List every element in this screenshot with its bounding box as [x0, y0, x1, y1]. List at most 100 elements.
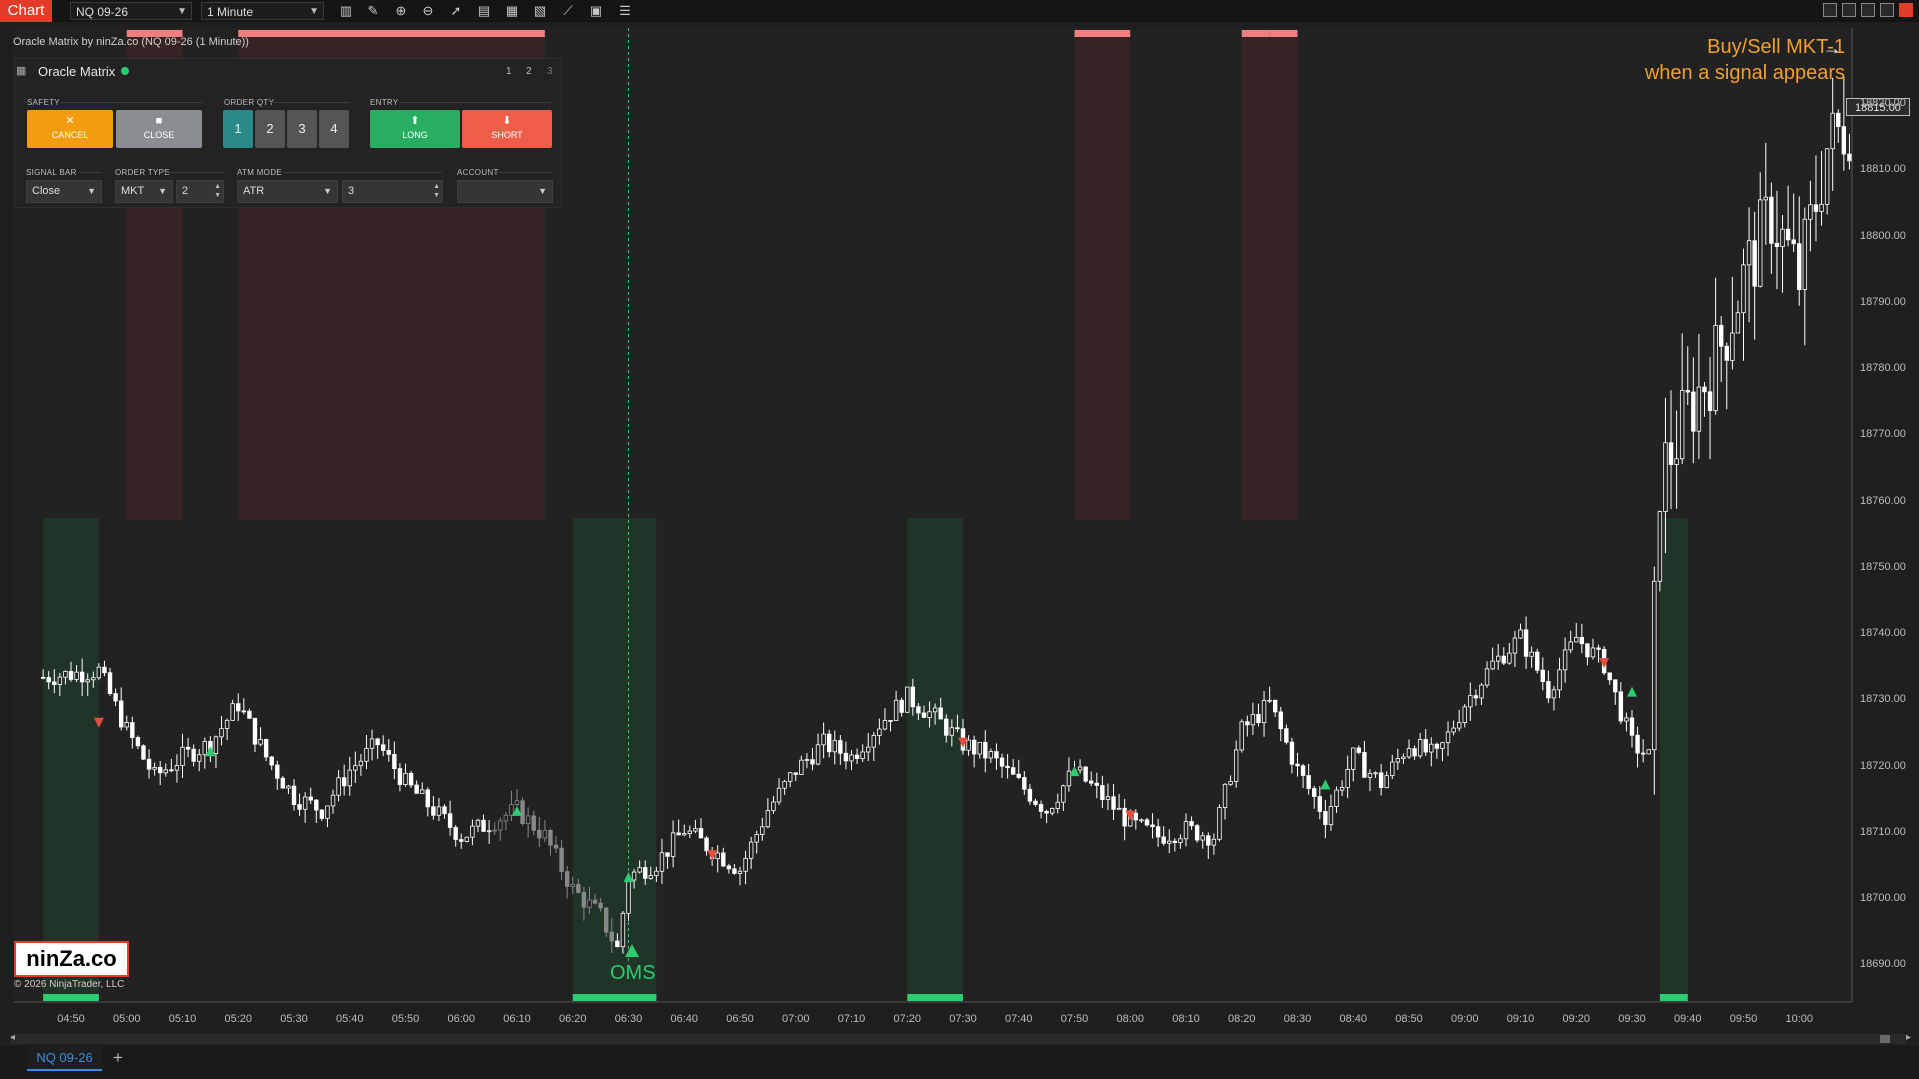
candle-body	[1785, 228, 1791, 241]
scroll-right-icon[interactable]: ▸	[1906, 1032, 1911, 1043]
x-tick-label: 08:20	[1227, 1013, 1256, 1025]
candle-body	[1451, 727, 1456, 733]
candle-body	[1540, 669, 1545, 682]
candle-body	[1312, 788, 1317, 797]
candle-body	[631, 871, 637, 881]
candle-body	[96, 666, 102, 679]
page-1-button[interactable]: 1	[506, 66, 512, 77]
candle-body	[1016, 773, 1021, 778]
candle-body	[85, 679, 90, 683]
instrument-tab[interactable]: NQ 09-26	[27, 1047, 102, 1071]
scroll-left-icon[interactable]: ◂	[10, 1032, 15, 1043]
x-tick-label: 07:10	[837, 1013, 866, 1025]
add-tab-button[interactable]: +	[108, 1047, 128, 1069]
spin-up-icon[interactable]: ▲	[214, 183, 221, 191]
signal-bar-select[interactable]: Close ▼	[26, 180, 102, 203]
y-tick-label: 18690.00	[1860, 958, 1906, 971]
candle-body	[932, 707, 938, 713]
candle-body	[721, 852, 726, 867]
candle-body	[698, 828, 704, 839]
close-positions-button[interactable]: ■ CLOSE	[116, 110, 202, 148]
candle-body	[1183, 821, 1189, 840]
spin-down-icon[interactable]: ▼	[433, 192, 440, 200]
scrollbar-thumb[interactable]	[1880, 1035, 1890, 1043]
candle-body	[1373, 772, 1378, 775]
candle-body	[1089, 780, 1094, 784]
qty-1-button[interactable]: 1	[223, 110, 253, 148]
x-tick-label: 05:10	[168, 1013, 197, 1025]
candle-body	[665, 852, 670, 857]
qty-4-button[interactable]: 4	[319, 110, 349, 148]
chevron-down-icon: ▼	[87, 186, 96, 196]
candle-body	[1010, 767, 1016, 775]
candle-body	[520, 800, 525, 824]
cancel-button[interactable]: ✕ CANCEL	[27, 110, 113, 148]
short-button[interactable]: ⬇ SHORT	[462, 110, 552, 148]
candle-body	[882, 720, 888, 730]
y-tick-label: 18740.00	[1860, 627, 1906, 640]
candle-body	[754, 834, 759, 843]
chevron-down-icon: ▼	[158, 186, 167, 196]
candle-body	[988, 751, 994, 759]
candle-body	[498, 820, 503, 831]
candle-body	[944, 718, 949, 736]
order-type-offset-stepper[interactable]: 2 ▲ ▼	[176, 180, 224, 203]
close-button-label: CLOSE	[143, 130, 175, 140]
candle-body	[693, 828, 698, 832]
page-2-button[interactable]: 2	[526, 66, 532, 77]
account-select[interactable]: ▼	[457, 180, 553, 203]
candle-body	[1752, 240, 1757, 287]
panel-title: Oracle Matrix	[38, 64, 130, 79]
candle-body	[157, 767, 163, 774]
page-3-button[interactable]: 3	[547, 66, 553, 77]
candle-body	[219, 728, 224, 738]
candle-body	[1456, 722, 1462, 729]
candle-body	[810, 759, 815, 765]
candle-body	[620, 912, 626, 948]
candle-body	[341, 777, 347, 787]
atm-mode-value: ATR	[243, 185, 265, 197]
candle-body	[169, 769, 174, 772]
long-button[interactable]: ⬆ LONG	[370, 110, 460, 148]
candle-body	[1022, 777, 1027, 790]
candle-body	[1061, 785, 1066, 803]
candle-body	[263, 739, 269, 758]
long-zone-marker	[43, 994, 99, 1001]
candle-body	[726, 865, 732, 870]
order-type-select[interactable]: MKT ▼	[115, 180, 173, 203]
candle-body	[1245, 721, 1250, 726]
qty-3-button[interactable]: 3	[287, 110, 317, 148]
x-tick-label: 09:40	[1673, 1013, 1702, 1025]
candle-body	[782, 780, 787, 789]
x-tick-label: 08:30	[1283, 1013, 1312, 1025]
short-zone-marker	[1269, 30, 1298, 37]
x-tick-label: 07:30	[949, 1013, 977, 1025]
annotation-text: Buy/Sell MKT-1 when a signal appears	[1645, 34, 1845, 86]
candle-body	[314, 799, 319, 811]
short-zone-marker	[1241, 30, 1270, 37]
divider	[282, 172, 442, 173]
signal-bar-label: SIGNAL BAR	[26, 168, 77, 177]
candle-body	[91, 677, 96, 681]
candle-body	[1579, 636, 1585, 645]
candle-body	[1417, 739, 1423, 757]
qty-2-button[interactable]: 2	[255, 110, 285, 148]
candle-body	[185, 746, 191, 750]
x-icon: ✕	[65, 115, 75, 127]
horizontal-scrollbar[interactable]	[10, 1034, 1907, 1044]
candle-body	[453, 827, 458, 840]
candle-body	[888, 720, 893, 722]
spin-up-icon[interactable]: ▲	[433, 183, 440, 191]
spin-down-icon[interactable]: ▼	[214, 192, 221, 200]
candle-body	[68, 671, 74, 680]
grid-icon[interactable]: ▦	[16, 64, 26, 77]
candle-body	[1596, 647, 1601, 650]
candle-body	[999, 757, 1005, 767]
x-tick-label: 04:50	[57, 1013, 85, 1025]
candle-body	[1813, 204, 1819, 212]
atm-mode-select[interactable]: ATR ▼	[237, 180, 338, 203]
candle-body	[52, 681, 57, 686]
candle-body	[319, 809, 325, 819]
atm-mode-param-stepper[interactable]: 3 ▲ ▼	[342, 180, 443, 203]
candle-body	[1512, 637, 1518, 654]
